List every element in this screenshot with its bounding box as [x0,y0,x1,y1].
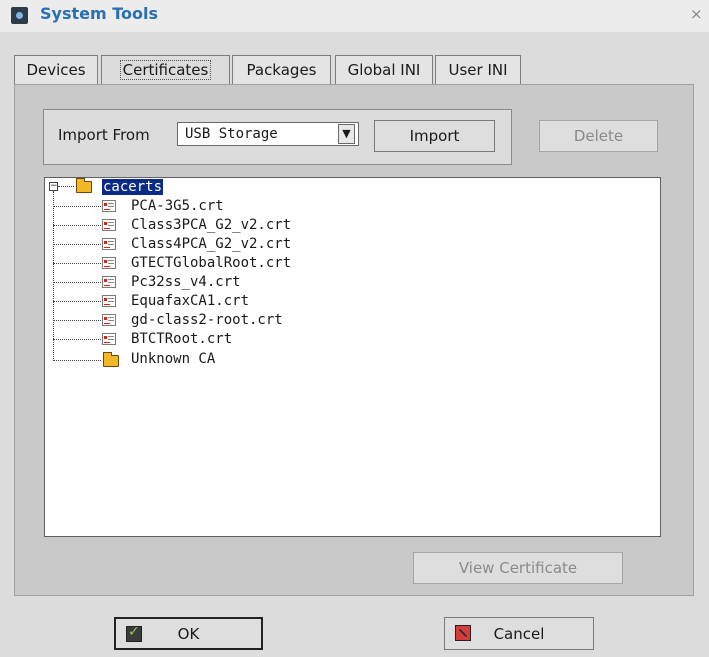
tab-label: Global INI [347,61,421,79]
tree-item[interactable]: Pc32ss_v4.crt [131,273,241,292]
tree-node-label: cacerts [102,179,164,195]
tree-item[interactable]: BTCTRoot.crt [131,330,232,349]
tree-item[interactable]: Class4PCA_G2_v2.crt [131,235,291,254]
tree-connector [53,282,101,283]
certificate-tree[interactable]: − cacerts PCA-3G5.crt Class3PCA_G2_v2.cr… [44,177,661,537]
tab-certificates[interactable]: Certificates [101,55,230,86]
cancel-label: Cancel [493,625,545,643]
certificate-icon [102,333,116,345]
tab-global-ini[interactable]: Global INI [335,55,433,85]
tree-connector [53,244,101,245]
certificate-icon [102,276,116,288]
tree-connector [53,360,101,361]
tree-item[interactable]: EquafaxCA1.crt [131,292,249,311]
tab-label: Devices [26,61,86,79]
tree-connector [53,191,54,361]
tree-connector [53,225,101,226]
close-icon[interactable]: × [690,5,703,23]
view-certificate-button[interactable]: View Certificate [413,552,623,584]
tree-item[interactable]: Unknown CA [131,350,215,369]
collapse-icon[interactable]: − [49,182,58,191]
certificate-icon [102,257,116,269]
window-title: System Tools [40,4,158,23]
tree-connector [53,320,101,321]
tab-label: Packages [246,61,317,79]
certificate-icon [102,295,116,307]
delete-button[interactable]: Delete [539,120,658,152]
tree-item[interactable]: PCA-3G5.crt [131,197,224,216]
tab-label: Certificates [119,60,212,80]
tree-item[interactable]: gd-class2-root.crt [131,311,283,330]
tab-label: User INI [448,61,508,79]
tree-connector [53,301,101,302]
tree-root-cacerts[interactable]: cacerts [102,178,164,197]
import-button[interactable]: Import [374,120,495,152]
certificate-icon [102,238,116,250]
certificate-icon [102,314,116,326]
certificate-icon [102,200,116,212]
app-settings-icon [11,7,28,24]
certificate-icon [102,219,116,231]
import-from-label: Import From [58,126,150,144]
ok-label: OK [177,625,200,643]
tree-item[interactable]: Class3PCA_G2_v2.crt [131,216,291,235]
tab-devices[interactable]: Devices [14,55,98,85]
folder-icon [76,178,92,193]
cancel-button[interactable]: Cancel [444,617,594,650]
tree-item[interactable]: GTECTGlobalRoot.crt [131,254,291,273]
tree-connector [53,339,101,340]
folder-icon [103,352,119,367]
tab-user-ini[interactable]: User INI [435,55,521,85]
dropdown-arrow-icon[interactable]: ▼ [338,124,355,144]
ok-button[interactable]: OK [114,617,263,650]
tab-packages[interactable]: Packages [232,55,331,85]
import-source-select[interactable]: USB Storage [177,122,359,146]
tree-connector [58,186,74,187]
tree-connector [53,206,101,207]
tree-connector [53,263,101,264]
